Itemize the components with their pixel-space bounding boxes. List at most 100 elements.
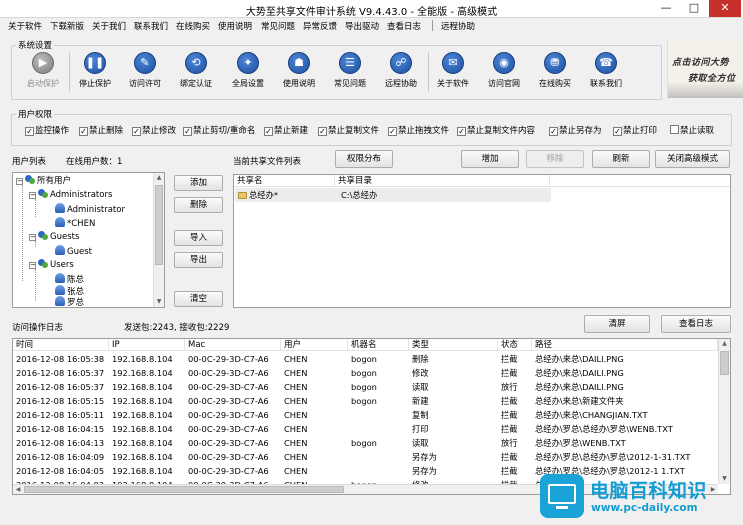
scroll-down-icon[interactable]: ▼ xyxy=(154,297,164,307)
collapse-icon[interactable]: − xyxy=(29,262,36,269)
column-header[interactable]: Mac xyxy=(185,339,281,351)
log-machine-cell: bogon xyxy=(351,368,377,378)
tree-node-all-users[interactable]: − 所有用户 xyxy=(16,175,71,187)
log-row[interactable]: 2016-12-08 16:04:13 192.168.8.104 00-0C-29… xyxy=(13,436,718,450)
clear-users-button[interactable]: 清空 xyxy=(174,291,223,307)
column-header[interactable]: 共享名 xyxy=(234,175,335,187)
perm-no-drag-checkbox[interactable]: ✓ 禁止拖拽文件 xyxy=(388,124,449,136)
tree-node-user[interactable]: 陈总 xyxy=(55,273,84,285)
column-header[interactable]: 时间 xyxy=(13,339,109,351)
remote-assist-tool[interactable]: ☍ 远程协助 xyxy=(378,52,424,89)
visit-website-tool[interactable]: ◉ 访问官网 xyxy=(481,52,527,89)
bind-auth-tool[interactable]: ⟲ 绑定认证 xyxy=(173,52,219,89)
checkbox-label: 禁止复制文件 xyxy=(328,126,380,136)
menu-feedback[interactable]: 异常反馈 xyxy=(303,20,337,32)
contact-us-tool[interactable]: ☎ 联系我们 xyxy=(583,52,629,89)
import-users-button[interactable]: 导入 xyxy=(174,230,223,246)
tree-node-administrators[interactable]: − Administrators xyxy=(29,189,112,201)
perm-no-copy-file-checkbox[interactable]: ✓ 禁止复制文件 xyxy=(318,124,379,136)
log-row[interactable]: 2016-12-08 16:04:15 192.168.8.104 00-0C-29… xyxy=(13,422,718,436)
scroll-thumb[interactable] xyxy=(24,486,344,493)
collapse-icon[interactable]: − xyxy=(29,234,36,241)
shared-files-table[interactable]: 共享名 共享目录 总经办* C:\总经办 xyxy=(233,174,731,308)
add-user-button[interactable]: 添加 xyxy=(174,175,223,191)
clear-screen-button[interactable]: 清屏 xyxy=(584,315,650,333)
share-row[interactable]: 总经办* C:\总经办 xyxy=(235,188,551,202)
tree-node-user[interactable]: Guest xyxy=(55,245,92,257)
log-status-cell: 拦截 xyxy=(501,466,518,476)
perm-monitor-checkbox[interactable]: ✓ 监控操作 xyxy=(25,124,69,136)
remove-share-button[interactable]: 移除 xyxy=(526,150,584,168)
log-type-cell: 删除 xyxy=(412,354,429,364)
tree-node-user[interactable]: *CHEN xyxy=(55,217,95,229)
menu-instructions[interactable]: 使用说明 xyxy=(218,20,252,32)
delete-user-button[interactable]: 删除 xyxy=(174,197,223,213)
faq-icon: ☰ xyxy=(339,52,361,74)
menu-about-software[interactable]: 关于软件 xyxy=(8,20,42,32)
start-protect-tool[interactable]: ▶ 启动保护 xyxy=(20,52,66,89)
perm-no-print-checkbox[interactable]: ✓ 禁止打印 xyxy=(613,124,657,136)
collapse-icon[interactable]: − xyxy=(16,178,23,185)
log-row[interactable]: 2016-12-08 16:05:11 192.168.8.104 00-0C-29… xyxy=(13,408,718,422)
perm-no-delete-checkbox[interactable]: ✓ 禁止删除 xyxy=(79,124,123,136)
log-row[interactable]: 2016-12-08 16:05:37 192.168.8.104 00-0C-29… xyxy=(13,380,718,394)
add-share-button[interactable]: 增加 xyxy=(461,150,519,168)
menu-view-log[interactable]: 查看日志 xyxy=(387,20,421,32)
faq-tool[interactable]: ☰ 常见问题 xyxy=(327,52,373,89)
stop-protect-tool[interactable]: ❚❚ 停止保护 xyxy=(72,52,118,89)
collapse-icon[interactable]: − xyxy=(29,192,36,199)
tree-node-users[interactable]: − Users xyxy=(29,259,74,271)
perm-no-create-checkbox[interactable]: ✓ 禁止新建 xyxy=(264,124,308,136)
tree-vertical-scrollbar[interactable]: ▲ ▼ xyxy=(153,173,164,307)
scroll-up-icon[interactable]: ▲ xyxy=(719,339,730,349)
column-header[interactable]: IP xyxy=(109,339,185,351)
maximize-button[interactable]: □ xyxy=(681,0,707,17)
log-row[interactable]: 2016-12-08 16:05:38 192.168.8.104 00-0C-29… xyxy=(13,352,718,366)
global-settings-tool[interactable]: ✦ 全局设置 xyxy=(225,52,271,89)
menu-faq[interactable]: 常见问题 xyxy=(261,20,295,32)
tree-node-guests[interactable]: − Guests xyxy=(29,231,79,243)
perm-no-cut-rename-checkbox[interactable]: ✓ 禁止剪切/重命名 xyxy=(183,124,255,136)
buy-online-tool[interactable]: ⛃ 在线购买 xyxy=(532,52,578,89)
perm-no-copy-content-checkbox[interactable]: ✓ 禁止复制文件内容 xyxy=(457,124,535,136)
perm-no-save-as-checkbox[interactable]: ✓ 禁止另存为 xyxy=(549,124,602,136)
permission-distribution-button[interactable]: 权限分布 xyxy=(335,150,393,168)
instructions-tool[interactable]: ☗ 使用说明 xyxy=(276,52,322,89)
column-header[interactable]: 状态 xyxy=(498,339,532,351)
menu-about-us[interactable]: 关于我们 xyxy=(92,20,126,32)
menu-remote-assist[interactable]: 远程协助 xyxy=(441,20,475,32)
close-button[interactable]: ✕ xyxy=(709,0,741,17)
export-users-button[interactable]: 导出 xyxy=(174,252,223,268)
about-software-tool[interactable]: ✉ 关于软件 xyxy=(430,52,476,89)
menu-export-driver[interactable]: 导出驱动 xyxy=(345,20,379,32)
scroll-left-icon[interactable]: ◀ xyxy=(13,485,23,494)
scroll-thumb[interactable] xyxy=(720,351,729,375)
perm-no-modify-checkbox[interactable]: ✓ 禁止修改 xyxy=(132,124,176,136)
menu-buy-online[interactable]: 在线购买 xyxy=(176,20,210,32)
column-header[interactable]: 共享目录 xyxy=(335,175,550,187)
tree-node-user[interactable]: Administrator xyxy=(55,203,125,215)
close-advanced-mode-button[interactable]: 关闭高级模式 xyxy=(655,150,730,168)
perm-no-read-checkbox[interactable]: 禁止读取 xyxy=(670,124,714,136)
scroll-up-icon[interactable]: ▲ xyxy=(154,173,164,183)
user-tree[interactable]: − 所有用户 − Administrators Administrator *CHE… xyxy=(12,172,165,308)
column-header[interactable]: 用户 xyxy=(281,339,348,351)
tree-node-user[interactable]: 罗总 xyxy=(55,296,84,308)
log-row[interactable]: 2016-12-08 16:05:15 192.168.8.104 00-0C-29… xyxy=(13,394,718,408)
contact-icon: ☎ xyxy=(595,52,617,74)
online-user-count: 在线用户数：1 xyxy=(66,157,123,167)
column-header[interactable]: 路径 xyxy=(532,339,718,351)
access-permission-tool[interactable]: ✎ 访问许可 xyxy=(122,52,168,89)
column-header[interactable]: 类型 xyxy=(409,339,498,351)
menu-download-new[interactable]: 下载新版 xyxy=(50,20,84,32)
log-row[interactable]: 2016-12-08 16:04:09 192.168.8.104 00-0C-29… xyxy=(13,450,718,464)
log-row[interactable]: 2016-12-08 16:05:37 192.168.8.104 00-0C-29… xyxy=(13,366,718,380)
minimize-button[interactable]: — xyxy=(653,0,679,17)
promo-banner[interactable]: 点击访问大势 获取全方位 xyxy=(667,40,743,98)
log-vertical-scrollbar[interactable]: ▲ ▼ xyxy=(718,339,730,484)
view-log-button[interactable]: 查看日志 xyxy=(661,315,731,333)
scroll-thumb[interactable] xyxy=(155,185,163,265)
column-header[interactable]: 机器名 xyxy=(348,339,409,351)
menu-contact-us[interactable]: 联系我们 xyxy=(134,20,168,32)
refresh-shares-button[interactable]: 刷新 xyxy=(592,150,650,168)
